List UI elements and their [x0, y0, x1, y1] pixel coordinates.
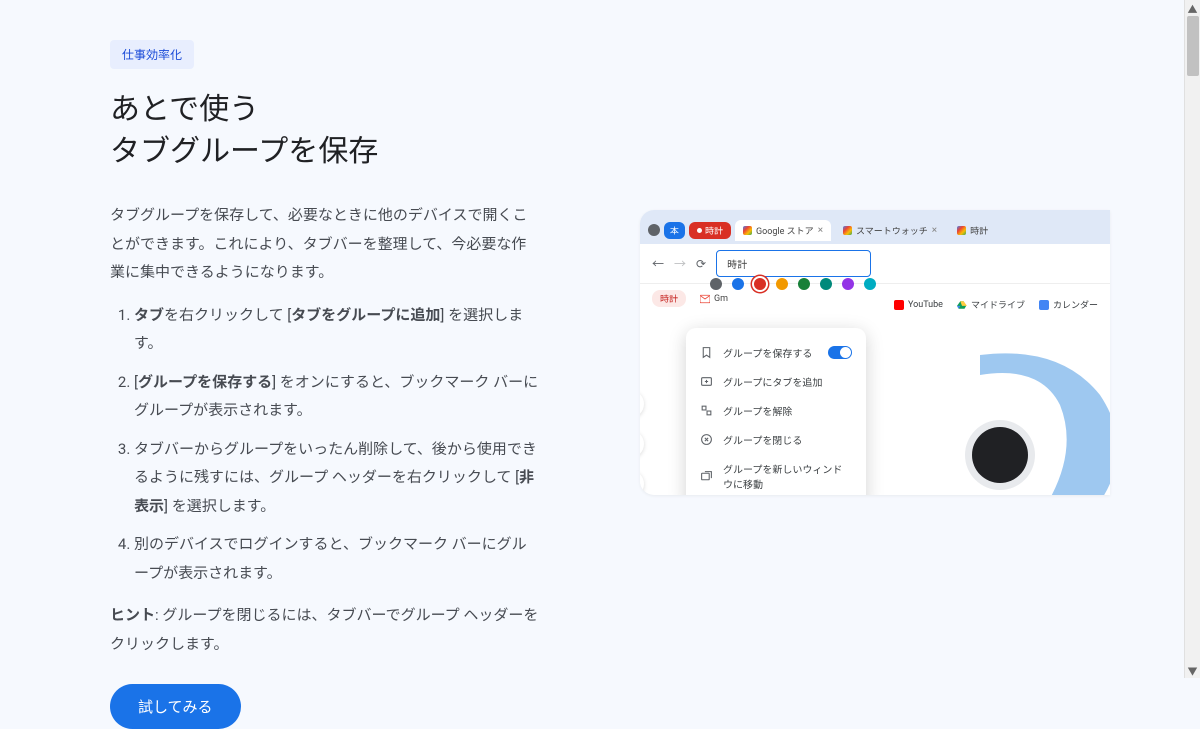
step-2: [グループを保存する] をオンにすると、ブックマーク バーにグループが表示されま…	[134, 368, 540, 425]
page-title: あとで使う タブグループを保存	[110, 89, 540, 173]
tab-strip: 本 時計 Google ストア × スマートウォッチ × 時計	[640, 210, 1110, 244]
color-picker	[698, 272, 888, 296]
reload-icon[interactable]: ⟳	[696, 257, 706, 271]
scroll-down-icon[interactable]: ▼	[1185, 662, 1200, 678]
browser-mock: 本 時計 Google ストア × スマートウォッチ × 時計	[640, 210, 1110, 495]
menu-save-group[interactable]: グループを保存する	[686, 338, 866, 367]
scroll-thumb[interactable]	[1187, 16, 1199, 76]
color-cyan[interactable]	[864, 278, 876, 290]
hint: ヒント: グループを閉じるには、タブバーでグループ ヘッダーをクリックします。	[110, 601, 540, 658]
calendar-icon	[1039, 300, 1049, 310]
bookmarks-right: YouTube マイドライブ カレンダー	[882, 292, 1110, 317]
drive-icon	[957, 300, 967, 310]
color-teal[interactable]	[820, 278, 832, 290]
scrollbar[interactable]: ▲ ▼	[1184, 0, 1200, 678]
thumb-3[interactable]	[640, 470, 644, 495]
step-1: タブを右クリックして [タブをグループに追加] を選択します。	[134, 301, 540, 358]
category-badge: 仕事効率化	[110, 40, 194, 69]
color-green[interactable]	[798, 278, 810, 290]
scroll-up-icon[interactable]: ▲	[1185, 0, 1200, 16]
color-grey[interactable]	[710, 278, 722, 290]
tab-inactive-2[interactable]: 時計	[949, 220, 996, 241]
close-group-icon	[700, 433, 713, 446]
color-blue[interactable]	[732, 278, 744, 290]
step-3: タブバーからグループをいったん削除して、後から使用できるように残すには、グループ…	[134, 435, 540, 521]
close-icon[interactable]: ×	[818, 225, 823, 236]
bookmark-icon	[700, 346, 713, 359]
bookmark-drive[interactable]: マイドライブ	[957, 298, 1025, 311]
context-menu: グループを保存する グループにタブを追加 グループを解除 グループを閉じる	[686, 328, 866, 495]
ungroup-icon	[700, 404, 713, 417]
google-favicon-icon	[843, 226, 852, 235]
bookmark-youtube[interactable]: YouTube	[894, 298, 943, 311]
menu-ungroup[interactable]: グループを解除	[686, 396, 866, 425]
tab-inactive-1[interactable]: スマートウォッチ ×	[835, 220, 945, 241]
color-purple[interactable]	[842, 278, 854, 290]
tab-group-collapsed-icon[interactable]	[648, 224, 660, 236]
tab-active[interactable]: Google ストア ×	[735, 220, 831, 241]
google-favicon-icon	[743, 226, 752, 235]
add-tab-icon	[700, 375, 713, 388]
steps-list: タブを右クリックして [タブをグループに追加] を選択します。 [グループを保存…	[110, 301, 540, 588]
step-4: 別のデバイスでログインすると、ブックマーク バーにグループが表示されます。	[134, 530, 540, 587]
close-icon[interactable]: ×	[932, 225, 937, 236]
try-button[interactable]: 試してみる	[110, 684, 241, 729]
bookmark-calendar[interactable]: カレンダー	[1039, 298, 1098, 311]
youtube-icon	[894, 300, 904, 310]
tab-group-label-red[interactable]: 時計	[689, 222, 731, 239]
menu-close-group[interactable]: グループを閉じる	[686, 425, 866, 454]
forward-icon[interactable]: →	[674, 255, 686, 272]
save-toggle[interactable]	[828, 346, 852, 359]
menu-move-window[interactable]: グループを新しいウィンドウに移動	[686, 454, 866, 495]
headline-line1: あとで使う	[110, 92, 259, 127]
tab-group-label-blue[interactable]: 本	[664, 222, 685, 239]
back-icon[interactable]: ←	[652, 255, 664, 272]
color-red-selected[interactable]	[754, 278, 766, 290]
headline-line2: タブグループを保存	[110, 134, 378, 169]
new-window-icon	[700, 470, 713, 483]
thumb-2[interactable]	[640, 430, 644, 458]
google-favicon-icon	[957, 226, 966, 235]
menu-add-tab[interactable]: グループにタブを追加	[686, 367, 866, 396]
description: タブグループを保存して、必要なときに他のデバイスで開くことができます。これにより…	[110, 201, 540, 287]
thumb-1[interactable]	[640, 390, 644, 418]
bookmark-group-chip[interactable]: 時計	[652, 290, 686, 307]
watch-illustration	[940, 335, 1110, 495]
color-orange[interactable]	[776, 278, 788, 290]
product-thumbnails	[640, 390, 644, 495]
